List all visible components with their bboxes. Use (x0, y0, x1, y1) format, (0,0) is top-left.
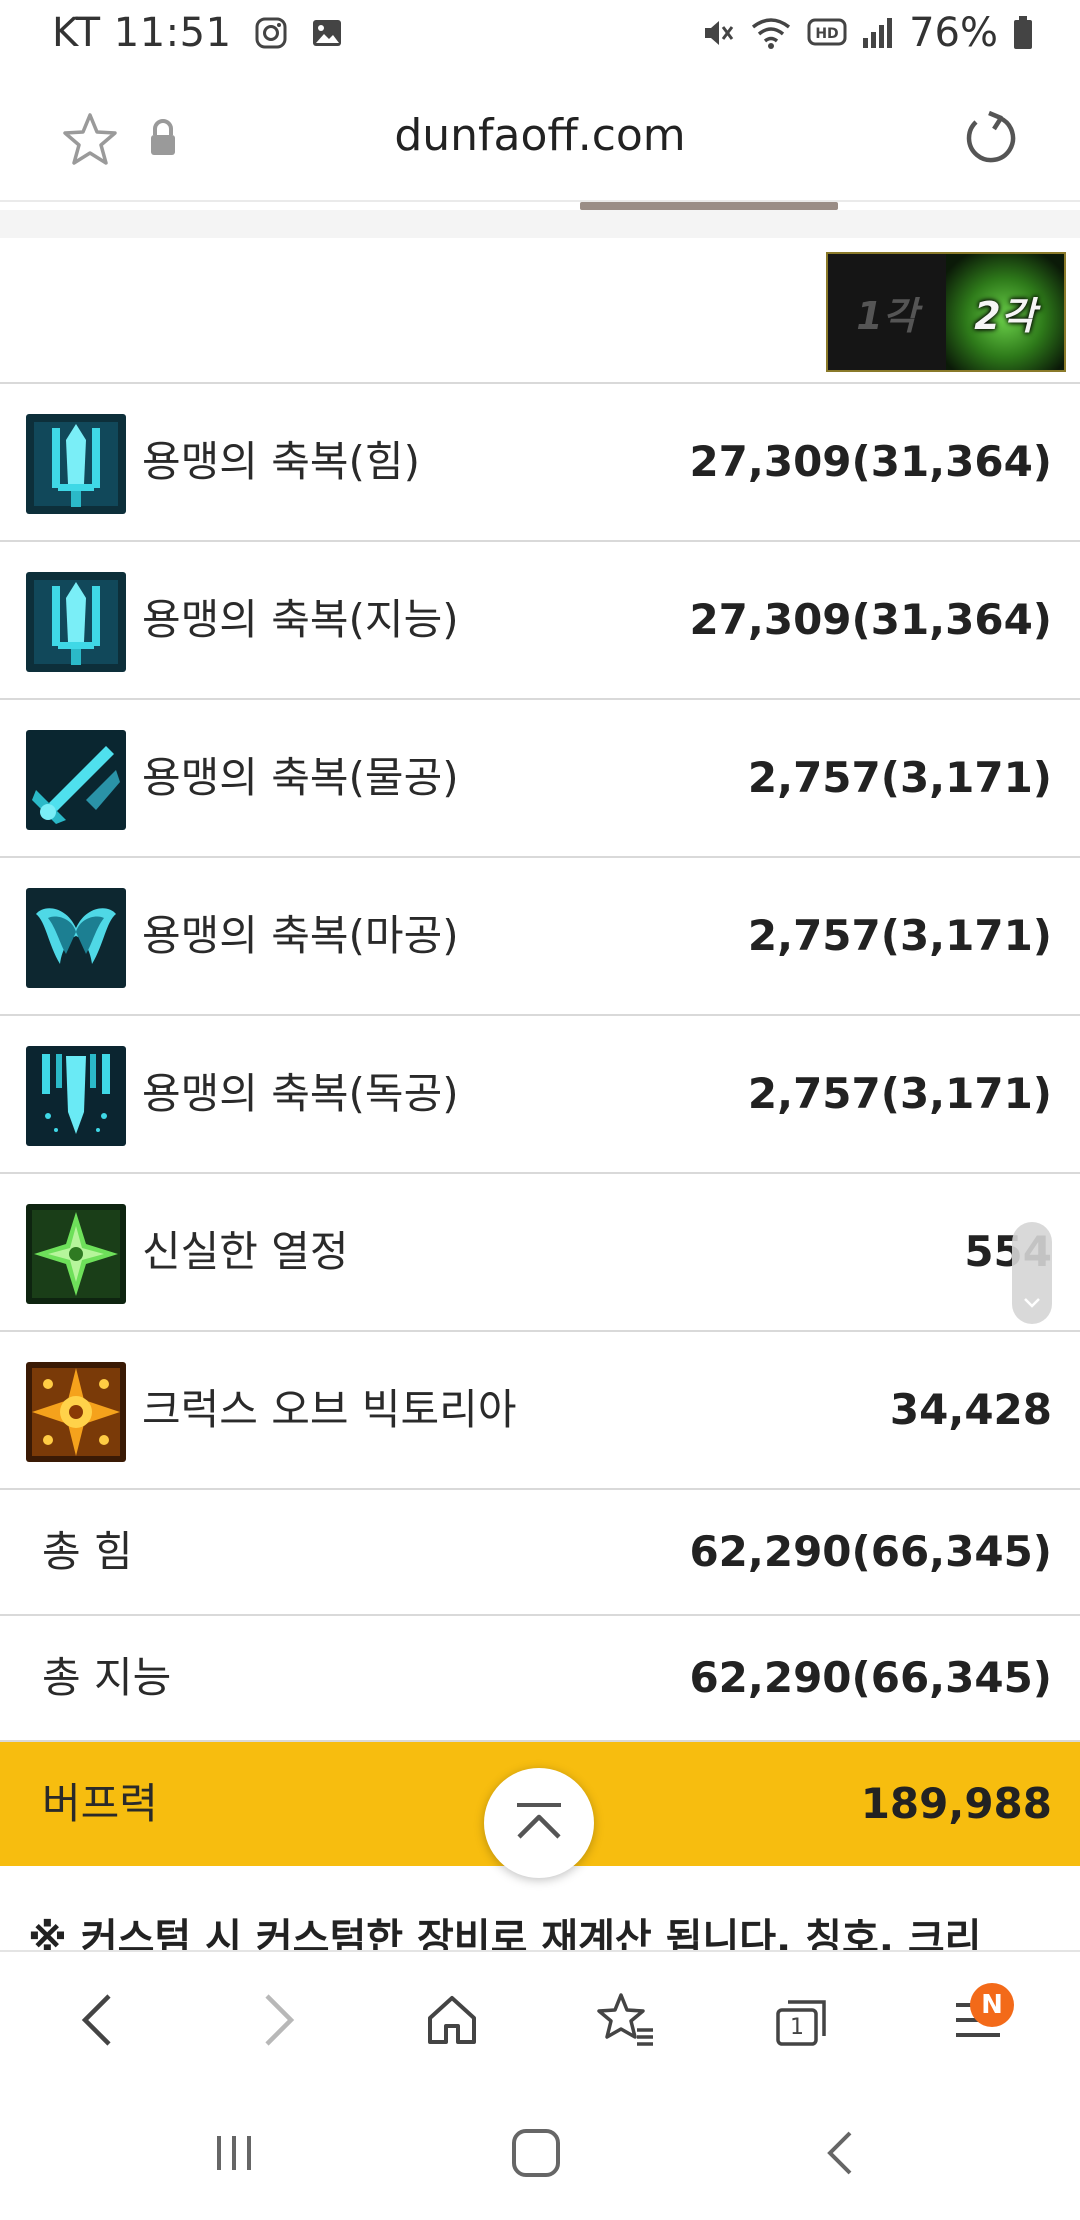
url-bar-divider (0, 200, 1080, 202)
awakening-toggle[interactable]: 1각 2각 (826, 252, 1066, 372)
chevron-up-icon (511, 1799, 567, 1847)
crossed-sword-icon (26, 730, 126, 830)
total-value: 62,290(66,345) (689, 1653, 1052, 1702)
green-cross-icon (26, 1204, 126, 1304)
total-row-intelligence: 총 지능 62,290(66,345) (0, 1616, 1080, 1742)
mute-icon (699, 15, 735, 51)
buff-row: 용맹의 축복(마공) 2,757(3,171) (0, 858, 1080, 1016)
buff-value: 2,757(3,171) (747, 753, 1052, 802)
buff-name: 용맹의 축복(물공) (142, 753, 459, 802)
spear-buff-icon (26, 1046, 126, 1146)
buff-name: 용맹의 축복(지능) (142, 595, 459, 644)
forward-button[interactable] (238, 1982, 318, 2062)
buff-name: 용맹의 축복(독공) (142, 1069, 459, 1118)
bookmarks-button[interactable] (586, 1982, 666, 2062)
awakening-header: 1각 2각 (0, 238, 1080, 384)
home-nav-button[interactable] (496, 2120, 576, 2190)
url-bar: dunfaoff.com (0, 72, 1080, 202)
tab-count: 1 (790, 2014, 804, 2040)
image-strip (580, 202, 838, 210)
back-button[interactable] (58, 1982, 138, 2062)
buff-value: 2,757(3,171) (747, 911, 1052, 960)
recent-apps-button[interactable] (194, 2120, 274, 2190)
back-nav-icon (818, 2125, 862, 2185)
custom-note: ※ 커스텀 시 커스텀한 장비로 재계산 됩니다. 칭호, 크리 (28, 1916, 982, 1952)
buff-power-value: 189,988 (860, 1779, 1052, 1828)
buff-name: 용맹의 축복(마공) (142, 911, 459, 960)
system-nav-bar (0, 2090, 1080, 2220)
back-nav-button[interactable] (800, 2120, 880, 2190)
battery-percent: 76% (909, 10, 998, 56)
buff-row: 크럭스 오브 빅토리아 34,428 (0, 1332, 1080, 1490)
home-button[interactable] (412, 1982, 492, 2062)
browser-toolbar: 1 N (0, 1950, 1080, 2092)
total-label: 총 지능 (42, 1653, 172, 1702)
scrollbar-thumb[interactable] (1012, 1222, 1052, 1324)
total-row-strength: 총 힘 62,290(66,345) (0, 1490, 1080, 1616)
golden-cross-icon (26, 1362, 126, 1462)
battery-icon (1012, 15, 1034, 51)
total-label: 총 힘 (42, 1527, 133, 1576)
gallery-icon (310, 16, 344, 50)
buff-name: 크럭스 오브 빅토리아 (142, 1385, 517, 1434)
buff-value: 34,428 (889, 1385, 1052, 1434)
status-bar: KT 11:51 HD 76% (0, 0, 1080, 72)
svg-text:HD: HD (815, 26, 838, 42)
menu-button[interactable]: N (938, 1982, 1018, 2062)
chevron-down-icon (1022, 1295, 1042, 1314)
awakening-2-button[interactable]: 2각 (946, 254, 1064, 370)
scroll-top-button[interactable] (484, 1768, 594, 1878)
buff-name: 용맹의 축복(힘) (142, 437, 420, 486)
bookmarks-icon (595, 1990, 657, 2054)
buff-row: 용맹의 축복(물공) 2,757(3,171) (0, 700, 1080, 858)
reload-icon[interactable] (960, 108, 1020, 172)
recent-apps-icon (209, 2128, 259, 2182)
menu-icon: N (950, 1983, 1014, 2049)
section-gap (0, 210, 1080, 238)
forward-icon (253, 1990, 303, 2054)
buff-name: 신실한 열정 (142, 1227, 349, 1276)
awakening-1-button[interactable]: 1각 (828, 254, 946, 370)
home-nav-icon (508, 2125, 564, 2185)
star-icon[interactable] (60, 110, 120, 174)
wifi-icon (749, 15, 793, 51)
signal-icon (861, 16, 895, 50)
buff-power-label: 버프력 (42, 1779, 158, 1828)
buff-row: 용맹의 축복(힘) 27,309(31,364) (0, 384, 1080, 542)
back-icon (73, 1990, 123, 2054)
buff-value: 27,309(31,364) (689, 595, 1052, 644)
buff-value: 2,757(3,171) (747, 1069, 1052, 1118)
instagram-icon (254, 16, 288, 50)
sword-buff-icon (26, 572, 126, 672)
wings-icon (26, 888, 126, 988)
home-icon (422, 1990, 482, 2054)
tabs-button[interactable]: 1 (762, 1982, 842, 2062)
tabs-icon: 1 (772, 1992, 832, 2052)
buff-value: 27,309(31,364) (689, 437, 1052, 486)
total-value: 62,290(66,345) (689, 1527, 1052, 1576)
buff-row: 신실한 열정 554 (0, 1174, 1080, 1332)
buff-row: 용맹의 축복(독공) 2,757(3,171) (0, 1016, 1080, 1174)
sword-buff-icon (26, 414, 126, 514)
notification-badge: N (970, 1983, 1014, 2027)
hd-icon: HD (807, 17, 847, 49)
status-time: KT 11:51 (52, 10, 232, 56)
buff-list: 용맹의 축복(힘) 27,309(31,364) 용맹의 축복(지능) 27,3… (0, 384, 1080, 1866)
lock-icon (148, 118, 178, 162)
buff-row: 용맹의 축복(지능) 27,309(31,364) (0, 542, 1080, 700)
